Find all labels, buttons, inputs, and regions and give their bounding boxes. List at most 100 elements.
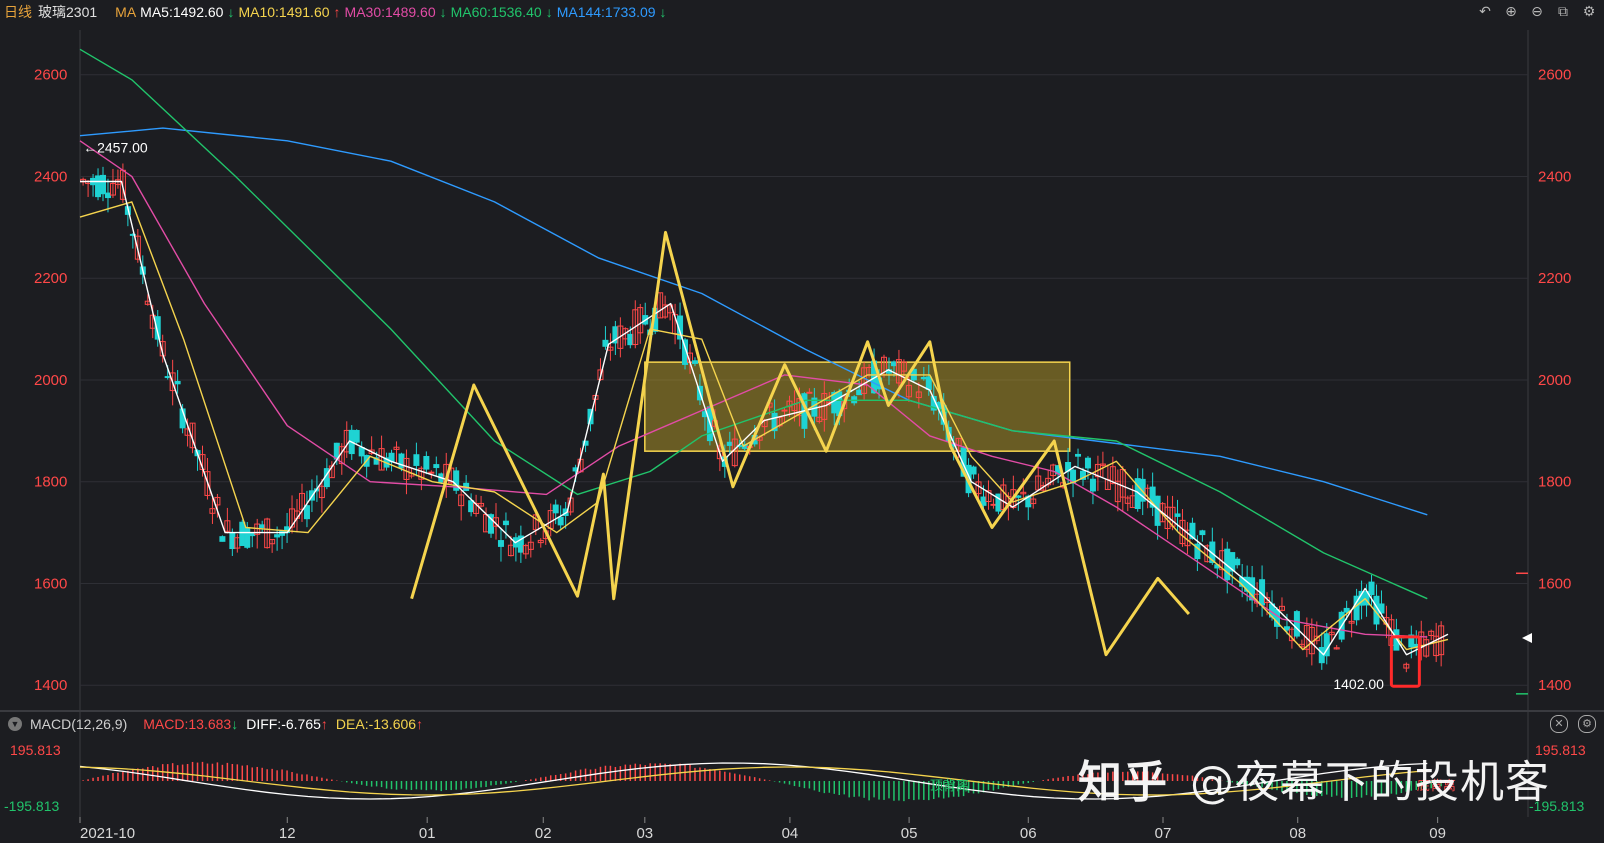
candle-body bbox=[244, 527, 251, 548]
candle-body bbox=[806, 391, 813, 394]
zoom-in-icon[interactable]: ⊕ bbox=[1502, 2, 1520, 20]
candle-body bbox=[1368, 581, 1375, 596]
ma10-arrow-icon: ↑ bbox=[333, 4, 341, 20]
dea-arrow-icon: ↑ bbox=[416, 716, 424, 732]
watermark: 知乎 @夜幕下的投机客 bbox=[1078, 746, 1550, 810]
candle-body bbox=[497, 540, 504, 547]
macd-arrow-icon: ↓ bbox=[231, 716, 239, 732]
undo-icon[interactable]: ↶ bbox=[1476, 2, 1494, 20]
indicator-header: 日线 玻璃2301 MA MA5:1492.60 ↓ MA10:1491.60 ↑ … bbox=[0, 0, 1604, 24]
candle-body bbox=[1199, 530, 1206, 536]
diff-value: DIFF:-6.765 bbox=[246, 716, 321, 732]
ma30-arrow-icon: ↓ bbox=[439, 4, 447, 20]
ma144-value: MA144:1733.09 bbox=[556, 4, 656, 20]
x-tick-label: 05 bbox=[901, 825, 918, 842]
ma60-arrow-icon: ↓ bbox=[545, 4, 553, 20]
candle-body bbox=[100, 174, 107, 195]
settings-icon[interactable]: ⚙ bbox=[1580, 2, 1598, 20]
zoom-out-icon[interactable]: ⊖ bbox=[1528, 2, 1546, 20]
top-divergence-label: 顶背离 bbox=[930, 778, 969, 794]
y-tick-label-left: 1600 bbox=[34, 575, 67, 592]
candle-body bbox=[856, 389, 863, 396]
chart-toolbar: ↶ ⊕ ⊖ ⧉ ⚙ bbox=[1476, 2, 1598, 20]
macd-name[interactable]: MACD(12,26,9) bbox=[30, 716, 127, 732]
symbol-label[interactable]: 玻璃2301 bbox=[38, 2, 97, 22]
ma60-value: MA60:1536.40 bbox=[450, 4, 542, 20]
candle-body bbox=[358, 447, 365, 457]
candle-body bbox=[920, 376, 927, 380]
x-tick-label: 08 bbox=[1289, 825, 1306, 842]
x-tick-label: 09 bbox=[1429, 825, 1446, 842]
candle-body bbox=[627, 333, 634, 346]
y-tick-label-right: 2400 bbox=[1538, 168, 1571, 185]
x-tick-label: 03 bbox=[636, 825, 653, 842]
macd-upper-left: 195.813 bbox=[10, 742, 61, 758]
candle-body bbox=[259, 524, 266, 529]
candle-body bbox=[1015, 495, 1022, 498]
y-tick-label-right: 1800 bbox=[1538, 474, 1571, 491]
y-tick-label-left: 2200 bbox=[34, 270, 67, 287]
high-annotation: ←2457.00 bbox=[83, 139, 148, 155]
ma5-value: MA5:1492.60 bbox=[140, 4, 224, 20]
y-tick-label-left: 1800 bbox=[34, 474, 67, 491]
ma5-arrow-icon: ↓ bbox=[227, 4, 235, 20]
y-tick-label-right: 2600 bbox=[1538, 67, 1571, 84]
candle-body bbox=[423, 456, 430, 470]
y-tick-label-left: 2000 bbox=[34, 372, 67, 389]
y-tick-label-left: 1400 bbox=[34, 677, 67, 694]
macd-close-icon[interactable]: ✕ bbox=[1550, 715, 1568, 733]
x-tick-label: 12 bbox=[279, 825, 296, 842]
candle-body bbox=[428, 471, 435, 474]
candle-body bbox=[229, 532, 236, 550]
candle-body bbox=[557, 516, 564, 526]
x-tick-label: 02 bbox=[535, 825, 552, 842]
candle-body bbox=[95, 175, 102, 198]
zhihu-logo: 知乎 bbox=[1078, 757, 1168, 808]
candle-body bbox=[1234, 558, 1241, 566]
candle-body bbox=[1075, 453, 1082, 457]
candle-body bbox=[781, 409, 788, 412]
candle-body bbox=[219, 536, 226, 542]
x-tick-label: 04 bbox=[782, 825, 799, 842]
candle-body bbox=[990, 503, 997, 506]
candle-body bbox=[925, 376, 932, 390]
macd-value: MACD:13.683 bbox=[143, 716, 232, 732]
candle-body bbox=[602, 339, 609, 347]
period-label[interactable]: 日线 bbox=[4, 2, 32, 22]
x-tick-label: 2021-10 bbox=[80, 825, 135, 842]
macd-toolbar: ✕ ⚙ bbox=[1550, 715, 1596, 733]
y-tick-label-left: 2600 bbox=[34, 67, 67, 84]
x-tick-label: 07 bbox=[1155, 825, 1172, 842]
ma144-arrow-icon: ↓ bbox=[659, 4, 667, 20]
y-tick-label-right: 2200 bbox=[1538, 270, 1571, 287]
candle-body bbox=[174, 380, 181, 385]
window-icon[interactable]: ⧉ bbox=[1554, 2, 1572, 20]
macd-lower-left: -195.813 bbox=[4, 798, 59, 814]
dea-value: DEA:-13.606 bbox=[335, 716, 417, 732]
candle-body bbox=[1084, 457, 1091, 469]
macd-settings-icon[interactable]: ⚙ bbox=[1578, 715, 1596, 733]
candle-body bbox=[1283, 626, 1290, 631]
y-tick-label-right: 2000 bbox=[1538, 372, 1571, 389]
candle-body bbox=[274, 534, 281, 538]
diff-arrow-icon: ↑ bbox=[320, 716, 328, 732]
candle-body bbox=[164, 376, 171, 379]
candle-body bbox=[970, 466, 977, 475]
candle-body bbox=[353, 430, 360, 443]
candle-body bbox=[104, 192, 111, 199]
candle-body bbox=[239, 521, 246, 547]
ma-label: MA bbox=[115, 4, 137, 20]
ma30-value: MA30:1489.60 bbox=[344, 4, 436, 20]
candle-body bbox=[1293, 611, 1300, 637]
x-tick-label: 06 bbox=[1020, 825, 1037, 842]
collapse-icon[interactable]: ▼ bbox=[8, 717, 22, 731]
ma10-value: MA10:1491.60 bbox=[238, 4, 330, 20]
candle-body bbox=[691, 360, 698, 364]
candle-body bbox=[413, 454, 420, 466]
x-tick-label: 01 bbox=[419, 825, 436, 842]
candle-body bbox=[303, 505, 310, 520]
candle-body bbox=[1089, 478, 1096, 492]
candle-body bbox=[468, 500, 475, 513]
watermark-author: @夜幕下的投机客 bbox=[1190, 757, 1550, 808]
candle-body bbox=[433, 464, 440, 469]
